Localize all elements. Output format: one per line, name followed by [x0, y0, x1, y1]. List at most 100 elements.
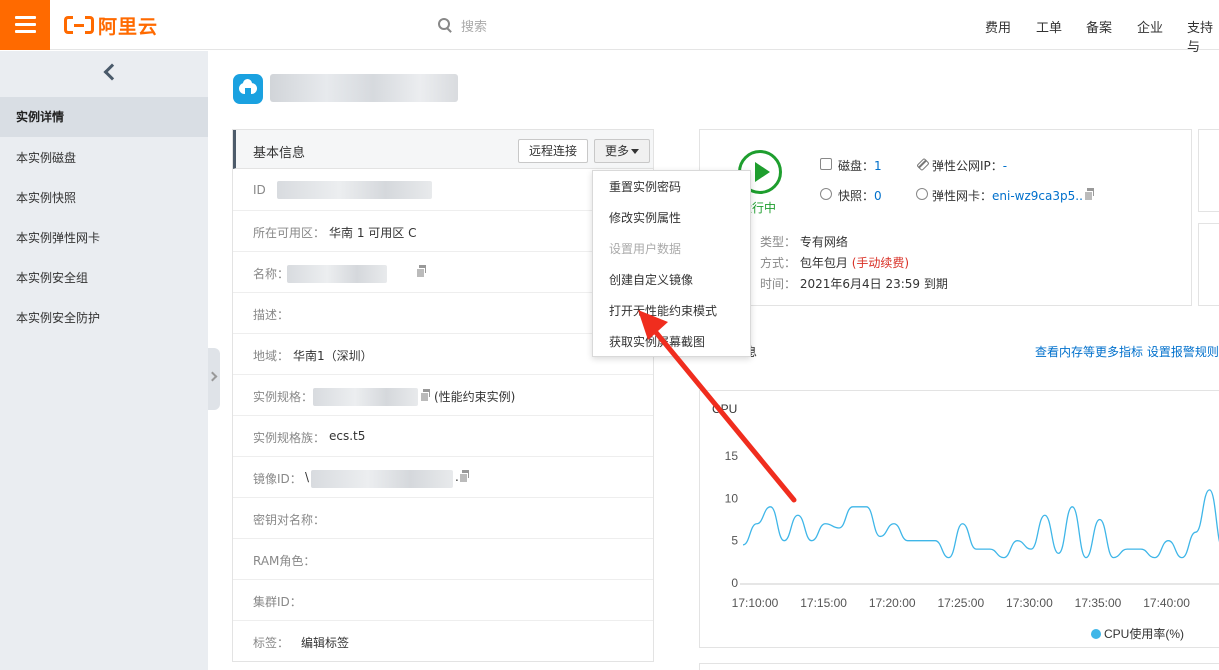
nav-ticket[interactable]: 工单 [1036, 17, 1062, 36]
sidebar-collapse-handle[interactable] [207, 348, 220, 410]
sidebar-item-disks[interactable]: 本实例磁盘 [0, 138, 208, 178]
side-summary-box-1 [1198, 129, 1219, 212]
snapshot-stat: 快照：0 [838, 187, 882, 204]
sidebar-item-security-group[interactable]: 本实例安全组 [0, 258, 208, 298]
description-label: 描述： [253, 308, 290, 322]
legend-swatch [1091, 629, 1101, 639]
menu-reset-password[interactable]: 重置实例密码 [593, 172, 750, 203]
eip-stat: 弹性公网IP：- [932, 157, 1007, 174]
cpu-usage-line [742, 489, 1219, 559]
disk-label: 磁盘： [838, 159, 875, 173]
x-tick-label: 17:10:00 [732, 596, 779, 610]
aliyun-logo[interactable]: 阿里云 [64, 12, 158, 38]
billing-method: 方式： 包年包月 (手动续费) [760, 254, 909, 271]
search-box[interactable]: 搜索 [438, 16, 487, 35]
row-id: ID [233, 170, 653, 211]
search-placeholder[interactable]: 搜索 [461, 16, 487, 35]
y-tick-label: 0 [731, 576, 738, 590]
copy-image-id-icon[interactable] [459, 470, 469, 483]
billing-value: 包年包月 [799, 256, 848, 270]
snapshot-icon [820, 188, 832, 200]
tags-label: 标签： [253, 636, 290, 650]
more-button[interactable]: 更多 [594, 139, 651, 163]
x-tick-label: 17:40:00 [1143, 596, 1190, 610]
y-tick-label: 5 [731, 534, 738, 548]
row-tags: 标签： 编辑标签 [233, 621, 653, 662]
x-tick-label: 17:25:00 [937, 596, 984, 610]
sidebar-item-eni[interactable]: 本实例弹性网卡 [0, 218, 208, 258]
eip-label: 弹性公网IP： [932, 159, 1003, 173]
cluster-id-label: 集群ID： [253, 595, 302, 609]
sidebar-item-instance-details[interactable]: 实例详情 [0, 97, 208, 137]
basic-info-panel: 基本信息 远程连接 更多 ID 所在可用区： 华南 1 可用区 C 名称： 描述… [232, 129, 654, 662]
row-region: 地域： 华南1（深圳） [233, 334, 653, 375]
more-metrics-link[interactable]: 查看内存等更多指标 设置报警规则 [1035, 343, 1219, 360]
menu-modify-attributes[interactable]: 修改实例属性 [593, 203, 750, 234]
menu-get-screenshot[interactable]: 获取实例屏幕截图 [593, 327, 750, 358]
expire-label: 时间： [760, 277, 797, 291]
ram-role-label: RAM角色： [253, 554, 316, 568]
spec-family-value: ecs.t5 [329, 429, 366, 443]
hamburger-menu-icon[interactable] [0, 0, 50, 50]
eni-stat: 弹性网卡：eni-wz9ca3p5... [932, 187, 1087, 204]
row-cluster-id: 集群ID： [233, 580, 653, 621]
disk-count-link[interactable]: 1 [874, 159, 882, 173]
more-button-label: 更多 [605, 144, 630, 158]
region-value: 华南1（深圳） [293, 349, 373, 363]
spec-note: (性能约束实例) [434, 390, 516, 404]
row-image-id: 镜像ID： \ ... [233, 457, 653, 498]
network-type-value: 专有网络 [799, 235, 848, 249]
sidebar: 实例详情 本实例磁盘 本实例快照 本实例弹性网卡 本实例安全组 本实例安全防护 [0, 51, 208, 670]
remote-connect-button[interactable]: 远程连接 [518, 139, 589, 163]
row-name: 名称： [233, 252, 653, 293]
eni-link[interactable]: eni-wz9ca3p5... [992, 189, 1087, 203]
nav-billing[interactable]: 费用 [985, 17, 1011, 36]
id-label: ID [253, 183, 266, 197]
menu-create-custom-image[interactable]: 创建自定义镜像 [593, 265, 750, 296]
row-spec: 实例规格： (性能约束实例) [233, 375, 653, 416]
copy-eni-icon[interactable] [1084, 188, 1094, 201]
spec-label: 实例规格： [253, 390, 314, 404]
nav-filing[interactable]: 备案 [1086, 17, 1112, 36]
basic-info-header: 基本信息 远程连接 更多 [233, 130, 653, 169]
back-button[interactable] [0, 51, 208, 95]
cpu-chart-panel: CPU 0 5 10 15 17:10:00 17:15:00 17:20:00 17:25:0… [699, 390, 1219, 648]
image-id-redacted [311, 470, 453, 488]
edit-tags-link[interactable]: 编辑标签 [301, 634, 349, 651]
chart-title: CPU [712, 402, 737, 416]
snapshot-count-link[interactable]: 0 [874, 189, 882, 203]
row-zone: 所在可用区： 华南 1 可用区 C [233, 211, 653, 252]
keypair-label: 密钥对名称： [253, 513, 326, 527]
spec-family-label: 实例规格族： [253, 431, 326, 445]
nav-enterprise[interactable]: 企业 [1137, 17, 1163, 36]
copy-spec-icon[interactable] [420, 389, 430, 402]
aliyun-logo-icon [64, 14, 94, 36]
snapshot-label: 快照： [838, 189, 875, 203]
nav-support[interactable]: 支持与 [1187, 17, 1219, 55]
sidebar-item-snapshots[interactable]: 本实例快照 [0, 178, 208, 218]
billing-label: 方式： [760, 256, 797, 270]
next-panel-edge [699, 663, 1219, 670]
x-tick-label: 17:35:00 [1075, 596, 1122, 610]
disk-icon [820, 158, 832, 170]
edit-name-icon[interactable] [416, 265, 426, 278]
eni-label: 弹性网卡： [932, 189, 993, 203]
image-id-prefix: \ [305, 470, 310, 484]
search-icon [438, 18, 452, 32]
eip-value: - [1002, 159, 1008, 173]
network-type-label: 类型： [760, 235, 797, 249]
basic-info-title: 基本信息 [253, 146, 306, 161]
menu-unlimited-mode[interactable]: 打开无性能约束模式 [593, 296, 750, 327]
instance-cloud-icon [233, 74, 263, 104]
eni-icon [916, 188, 928, 200]
legend-label: CPU使用率(%) [1104, 626, 1184, 641]
chevron-right-icon [207, 371, 218, 382]
row-keypair: 密钥对名称： [233, 498, 653, 539]
sidebar-item-security-protection[interactable]: 本实例安全防护 [0, 298, 208, 338]
image-id-label: 镜像ID： [253, 472, 302, 486]
row-ram-role: RAM角色： [233, 539, 653, 580]
x-tick-label: 17:30:00 [1006, 596, 1053, 610]
network-type: 类型： 专有网络 [760, 233, 848, 250]
instance-status-panel: 运行中 磁盘：1 快照：0 弹性公网IP：- 弹性网卡：eni-wz9ca3p5… [699, 129, 1192, 306]
expire-time: 时间： 2021年6月4日 23:59 到期 [760, 275, 948, 292]
